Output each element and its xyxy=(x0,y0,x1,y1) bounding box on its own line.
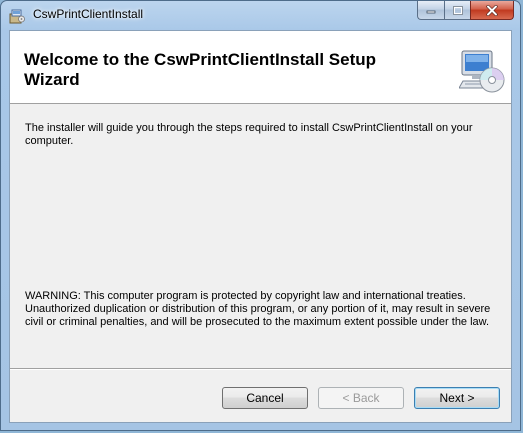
cancel-button[interactable]: Cancel xyxy=(222,387,308,409)
intro-text: The installer will guide you through the… xyxy=(25,122,473,147)
caption-buttons xyxy=(417,1,514,21)
window-title: CswPrintClientInstall xyxy=(33,7,144,21)
computer-cd-icon xyxy=(458,48,505,94)
installer-package-icon[interactable] xyxy=(9,8,25,24)
page-title: Welcome to the CswPrintClientInstall Set… xyxy=(24,50,377,89)
copyright-warning-text: WARNING: This computer program is protec… xyxy=(25,290,491,328)
maximize-button[interactable] xyxy=(444,1,470,20)
title-bar[interactable]: CswPrintClientInstall xyxy=(1,1,520,29)
next-button[interactable]: Next > xyxy=(414,387,500,409)
close-button[interactable] xyxy=(470,1,514,20)
minimize-button[interactable] xyxy=(417,1,444,20)
back-button[interactable]: < Back xyxy=(318,387,404,409)
minimize-icon xyxy=(426,10,436,14)
footer-divider xyxy=(10,368,511,370)
setup-window: CswPrintClientInstall Welcome to the Csw… xyxy=(0,0,521,431)
wizard-header: Welcome to the CswPrintClientInstall Set… xyxy=(10,31,511,104)
wizard-client-area: Welcome to the CswPrintClientInstall Set… xyxy=(9,30,512,423)
maximize-icon xyxy=(452,5,463,15)
close-icon xyxy=(486,4,498,16)
